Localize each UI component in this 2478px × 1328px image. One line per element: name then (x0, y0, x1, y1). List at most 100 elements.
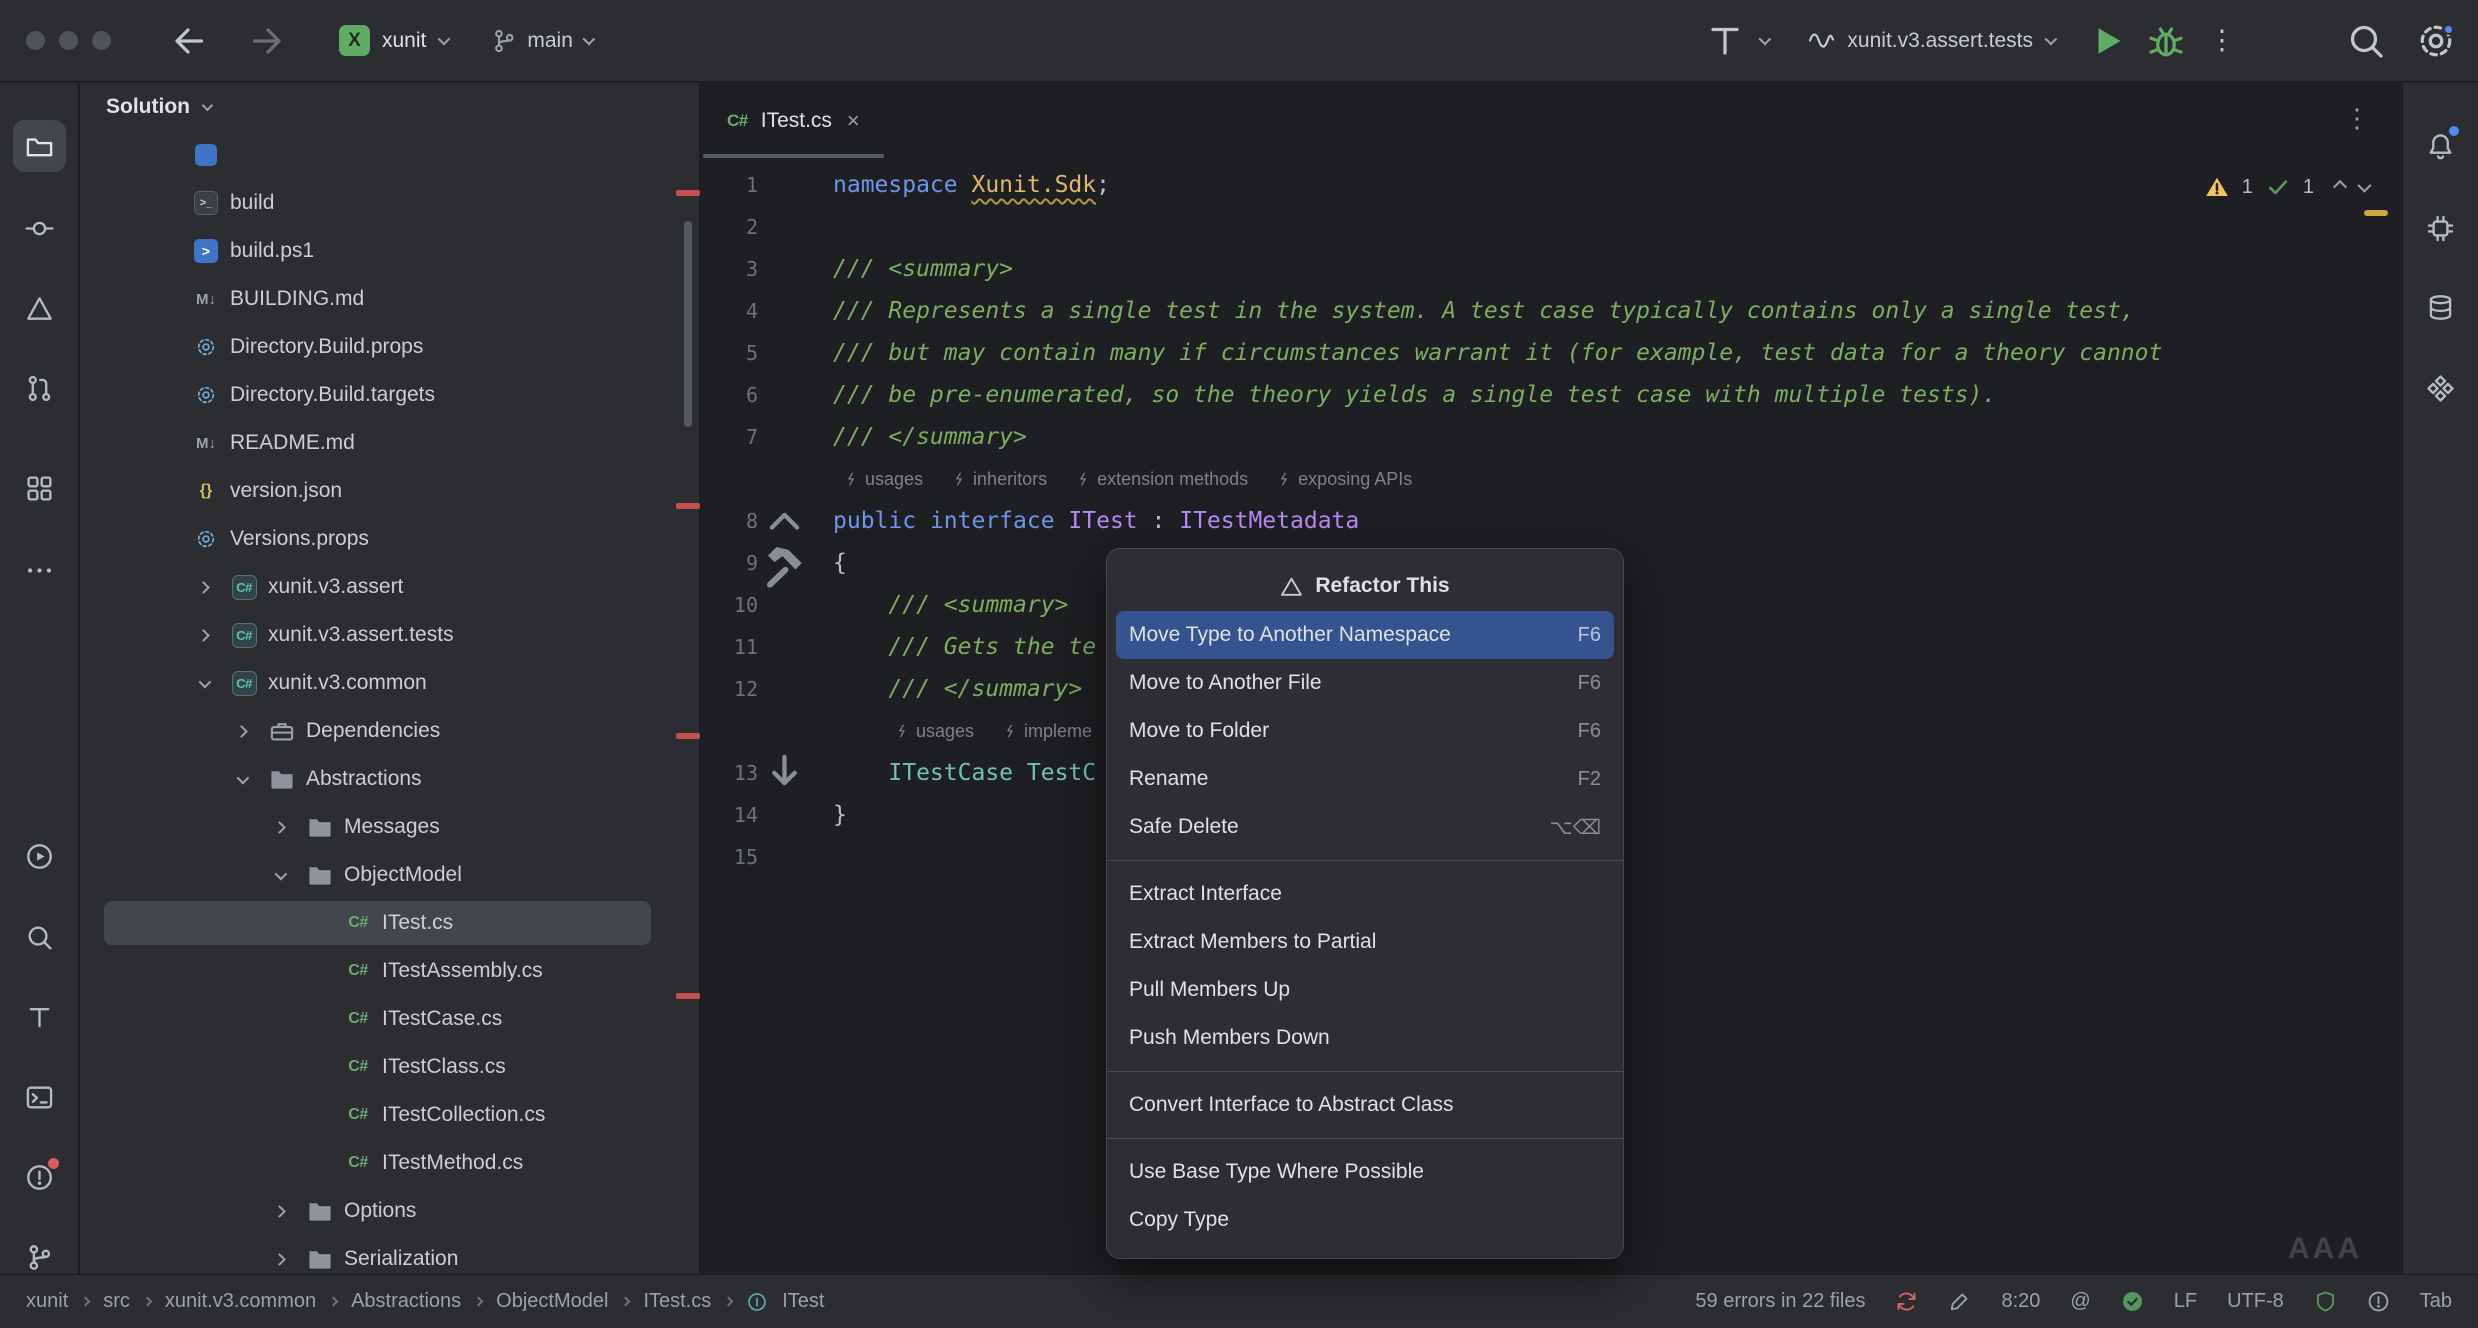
nuget-tool-button[interactable] (13, 282, 66, 334)
notifications-tool-button[interactable] (2414, 120, 2467, 172)
line-number[interactable]: 5 (701, 332, 758, 374)
impl-gutter-icon[interactable] (758, 747, 811, 800)
forward-button[interactable] (247, 21, 287, 61)
line-number[interactable]: 7 (701, 416, 758, 458)
code-line[interactable]: 6/// be pre-enumerated, so the theory yi… (701, 374, 2402, 416)
toolbox-chevron-icon[interactable] (1759, 33, 1772, 46)
tree-item-readme-md[interactable]: M↓README.md (80, 419, 699, 467)
debug-button[interactable] (2146, 21, 2186, 61)
terminal-tool-button[interactable] (13, 1071, 66, 1123)
tab-close-icon[interactable]: × (847, 108, 860, 134)
tree-item-itestmethod-cs[interactable]: C#ITestMethod.cs (80, 1139, 699, 1187)
commit-tool-button[interactable] (13, 202, 66, 254)
line-number[interactable]: 2 (701, 206, 758, 248)
breadcrumb-xunit-v3-common[interactable]: xunit.v3.common (165, 1290, 316, 1313)
settings-button[interactable] (2416, 21, 2456, 61)
tree-chevron-icon[interactable] (231, 727, 269, 736)
tree-chevron-icon[interactable] (269, 871, 307, 880)
code-line[interactable]: 8public interface ITest : ITestMetadata (701, 500, 2402, 542)
breadcrumb-src[interactable]: src (103, 1290, 130, 1313)
line-number[interactable]: 10 (701, 584, 758, 626)
tree-item-directory-build-targets[interactable]: Directory.Build.targets (80, 371, 699, 419)
tree-item-build-ps1[interactable]: >build.ps1 (80, 227, 699, 275)
prev-issue-icon[interactable] (2333, 180, 2347, 194)
menu-item-pull-members-up[interactable]: Pull Members Up (1116, 966, 1614, 1014)
search-everywhere-button[interactable] (2346, 21, 2386, 61)
highlighting-level-icon[interactable] (1948, 1290, 1971, 1313)
tree-item-version-json[interactable]: {}version.json (80, 467, 699, 515)
toolbox-button[interactable] (1705, 21, 1745, 61)
hint-exposing-apis[interactable]: exposing APIs (1278, 458, 1412, 500)
menu-item-use-base-type-where-possible[interactable]: Use Base Type Where Possible (1116, 1148, 1614, 1196)
at-indicator[interactable]: @ (2070, 1290, 2090, 1313)
tests-tool-button[interactable] (13, 991, 66, 1043)
more-tool-button[interactable] (13, 544, 66, 596)
breadcrumb-abstractions[interactable]: Abstractions (351, 1290, 461, 1313)
problems-tool-button[interactable] (13, 1151, 66, 1203)
line-number[interactable]: 14 (701, 794, 758, 836)
status-ok-icon[interactable] (2121, 1290, 2144, 1313)
tree-item-itestcollection-cs[interactable]: C#ITestCollection.cs (80, 1091, 699, 1139)
breadcrumb-objectmodel[interactable]: ObjectModel (496, 1290, 608, 1313)
run-config-selector[interactable]: xunit.v3.assert.tests (1808, 27, 2054, 54)
hammer-gutter-icon[interactable] (758, 537, 811, 590)
ai-tool-button[interactable] (2414, 202, 2467, 254)
line-number[interactable]: 8 (701, 500, 758, 542)
breadcrumb-xunit[interactable]: xunit (26, 1290, 68, 1313)
run-tool-button[interactable] (13, 830, 66, 882)
tree-item-versions-props[interactable]: Versions.props (80, 515, 699, 563)
tree-chevron-icon[interactable] (193, 583, 231, 592)
tree-item-itestassembly-cs[interactable]: C#ITestAssembly.cs (80, 947, 699, 995)
branch-widget[interactable]: main (491, 28, 592, 54)
tree-item-directory-build-props[interactable]: Directory.Build.props (80, 323, 699, 371)
close-window-button[interactable] (26, 31, 45, 50)
minimize-window-button[interactable] (59, 31, 78, 50)
menu-item-extract-members-to-partial[interactable]: Extract Members to Partial (1116, 918, 1614, 966)
tree-item-xunit-v3-assert[interactable]: C#xunit.v3.assert (80, 563, 699, 611)
tree-scrollbar[interactable] (684, 221, 692, 427)
more-actions-icon[interactable]: ⋮ (2202, 21, 2242, 61)
tree-item-build[interactable]: >_build (80, 179, 699, 227)
error-stripe-mark[interactable] (676, 190, 700, 196)
tab-itest-cs[interactable]: C# ITest.cs × (701, 83, 886, 158)
tree-item-messages[interactable]: Messages (80, 803, 699, 851)
error-stripe-mark[interactable] (676, 503, 700, 509)
hint-usages[interactable]: usages (845, 458, 923, 500)
breadcrumb-itest-cs[interactable]: ITest.cs (643, 1290, 711, 1313)
encoding-indicator[interactable]: UTF-8 (2227, 1290, 2284, 1313)
line-separator-indicator[interactable]: LF (2174, 1290, 2197, 1313)
tree-item-itestclass-cs[interactable]: C#ITestClass.cs (80, 1043, 699, 1091)
hint-inheritors[interactable]: inheritors (953, 458, 1047, 500)
menu-item-convert-interface-to-abstract-class[interactable]: Convert Interface to Abstract Class (1116, 1081, 1614, 1129)
reanalyze-icon[interactable] (1895, 1290, 1918, 1313)
code-line[interactable]: 2 (701, 206, 2402, 248)
tree-item-dependencies[interactable]: Dependencies (80, 707, 699, 755)
structure-tool-button[interactable] (13, 462, 66, 514)
back-button[interactable] (169, 21, 209, 61)
line-number[interactable]: 13 (701, 752, 758, 794)
tree-chevron-icon[interactable] (269, 1207, 307, 1216)
tree-item-options[interactable]: Options (80, 1187, 699, 1235)
hint-extension-methods[interactable]: extension methods (1077, 458, 1248, 500)
tree-item-abstractions[interactable]: Abstractions (80, 755, 699, 803)
menu-item-push-members-down[interactable]: Push Members Down (1116, 1014, 1614, 1062)
menu-item-copy-type[interactable]: Copy Type (1116, 1196, 1614, 1244)
hint-impleme[interactable]: impleme (1004, 710, 1092, 752)
shield-icon[interactable] (2314, 1290, 2337, 1313)
line-number[interactable]: 1 (701, 164, 758, 206)
line-number[interactable]: 15 (701, 836, 758, 878)
menu-item-move-to-another-file[interactable]: Move to Another FileF6 (1116, 659, 1614, 707)
run-button[interactable] (2088, 21, 2128, 61)
line-number[interactable]: 6 (701, 374, 758, 416)
tree-item-itest-cs[interactable]: C#ITest.cs (80, 899, 699, 947)
error-stripe-mark[interactable] (676, 993, 700, 999)
menu-item-extract-interface[interactable]: Extract Interface (1116, 870, 1614, 918)
menu-item-move-to-folder[interactable]: Move to FolderF6 (1116, 707, 1614, 755)
tree-item-serialization[interactable]: Serialization (80, 1235, 699, 1274)
tree-item-building-md[interactable]: M↓BUILDING.md (80, 275, 699, 323)
code-line[interactable]: 1namespace Xunit.Sdk; (701, 164, 2402, 206)
solution-view-selector[interactable]: Solution (80, 83, 699, 131)
code-line[interactable]: 5/// but may contain many if circumstanc… (701, 332, 2402, 374)
tree-item-objectmodel[interactable]: ObjectModel (80, 851, 699, 899)
line-number[interactable]: 3 (701, 248, 758, 290)
